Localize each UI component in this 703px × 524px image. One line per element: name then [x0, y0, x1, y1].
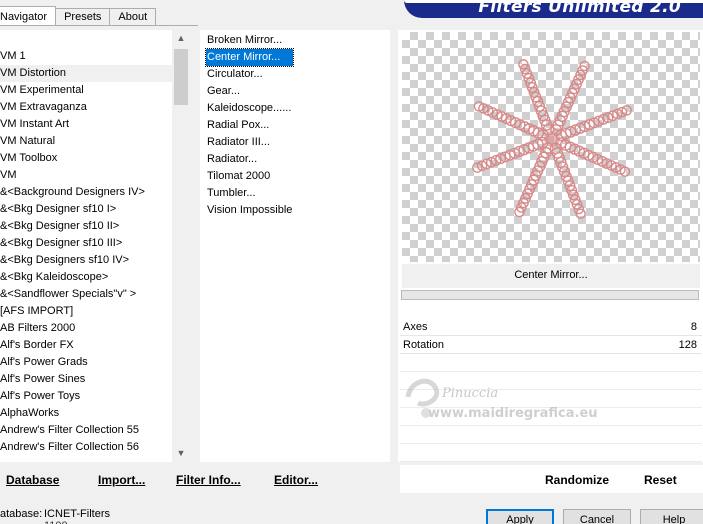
editor-button[interactable]: Editor...: [274, 473, 318, 487]
database-button[interactable]: Database: [6, 473, 59, 487]
tab-navigator[interactable]: Navigator: [0, 6, 57, 26]
preview-canvas: [402, 32, 700, 262]
category-item[interactable]: [AFS IMPORT]: [0, 303, 172, 320]
category-item[interactable]: VM Natural: [0, 133, 172, 150]
scroll-up-icon[interactable]: ▲: [172, 30, 190, 47]
category-item[interactable]: AB Filters 2000: [0, 320, 172, 337]
param-row-empty: [400, 372, 702, 390]
param-action-bar: Randomize Reset: [400, 465, 703, 493]
filter-item[interactable]: Kaleidoscope......: [206, 100, 293, 117]
category-item[interactable]: Alf's Power Toys: [0, 388, 172, 405]
category-item[interactable]: Andrew's Filter Collection 56: [0, 439, 172, 456]
app-title: Filters Unlimited 2.0: [478, 0, 681, 17]
category-item[interactable]: Andrew's Filter Collection 55: [0, 422, 172, 439]
filter-list-panel: Broken Mirror... Center Mirror... Circulat…: [200, 30, 390, 462]
filter-info-button[interactable]: Filter Info...: [176, 473, 241, 487]
param-row-empty: [400, 426, 702, 444]
category-item[interactable]: Alf's Border FX: [0, 337, 172, 354]
category-item[interactable]: AlphaWorks: [0, 405, 172, 422]
category-item[interactable]: VM 1: [0, 48, 172, 65]
param-label-rotation: Rotation: [403, 339, 444, 351]
category-item[interactable]: &<Sandflower Specials"v" >: [0, 286, 172, 303]
randomize-button[interactable]: Randomize: [545, 473, 609, 487]
param-label-axes: Axes: [403, 321, 428, 333]
tab-divider: [0, 25, 198, 26]
filter-list: Broken Mirror... Center Mirror... Circulat…: [204, 32, 295, 219]
tab-about[interactable]: About: [109, 8, 157, 26]
progress-bar: [401, 290, 699, 300]
category-item[interactable]: &<Bkg Kaleidoscope>: [0, 269, 172, 286]
filter-item[interactable]: Circulator...: [206, 66, 293, 83]
category-item[interactable]: &<Bkg Designer sf10 III>: [0, 235, 172, 252]
param-row-empty: [400, 444, 702, 462]
category-item[interactable]: VM Extravaganza: [0, 99, 172, 116]
tab-strip: Navigator Presets About: [0, 6, 157, 26]
scroll-thumb[interactable]: [174, 49, 188, 105]
category-item[interactable]: VM Instant Art: [0, 116, 172, 133]
category-item[interactable]: VM Distortion: [0, 65, 172, 82]
star-preview-image: [472, 59, 632, 219]
preview-filter-label: Center Mirror...: [402, 264, 700, 288]
filter-item[interactable]: Radial Pox...: [206, 117, 293, 134]
filter-item[interactable]: Vision Impossible: [206, 202, 293, 219]
param-value-axes[interactable]: 8: [691, 318, 697, 336]
category-item[interactable]: VM: [0, 167, 172, 184]
filter-item[interactable]: Broken Mirror...: [206, 32, 293, 49]
param-row-axes[interactable]: Axes 8: [400, 318, 702, 336]
category-item[interactable]: VM Toolbox: [0, 150, 172, 167]
filter-item[interactable]: Gear...: [206, 83, 293, 100]
reset-button[interactable]: Reset: [644, 473, 677, 487]
param-row-rotation[interactable]: Rotation 128: [400, 336, 702, 354]
param-row-empty: [400, 390, 702, 408]
tab-presets[interactable]: Presets: [55, 8, 111, 26]
status-count: 1100: [44, 519, 68, 524]
category-list-panel: VM 1 VM Distortion VM Experimental VM Extra…: [0, 30, 190, 462]
filter-item[interactable]: Radiator...: [206, 151, 293, 168]
category-item[interactable]: Alf's Power Grads: [0, 354, 172, 371]
param-row-empty: [400, 354, 702, 372]
scroll-down-icon[interactable]: ▼: [172, 445, 190, 462]
filter-item[interactable]: Tilomat 2000: [206, 168, 293, 185]
category-item[interactable]: &<Bkg Designer sf10 I>: [0, 201, 172, 218]
import-button[interactable]: Import...: [98, 473, 145, 487]
cancel-button[interactable]: Cancel: [563, 509, 631, 524]
category-item[interactable]: Alf's Power Sines: [0, 371, 172, 388]
star-center: [544, 131, 560, 147]
category-scrollbar[interactable]: ▲ ▼: [172, 30, 190, 462]
filter-item[interactable]: Tumbler...: [206, 185, 293, 202]
preview-panel: Center Mirror... Axes 8 Rotation 128 Pin…: [398, 30, 703, 480]
status-label: atabase:: [0, 508, 43, 520]
parameter-list: Axes 8 Rotation 128 Pinuccia www.maidire…: [400, 318, 702, 480]
param-row-empty: [400, 408, 702, 426]
help-button[interactable]: Help: [640, 509, 703, 524]
category-item[interactable]: &<Bkg Designers sf10 IV>: [0, 252, 172, 269]
bottom-toolbar: Database Import... Filter Info... Editor…: [0, 465, 703, 495]
category-item[interactable]: VM Experimental: [0, 82, 172, 99]
filter-item[interactable]: Center Mirror...: [204, 48, 295, 67]
category-list: VM 1 VM Distortion VM Experimental VM Extra…: [0, 48, 172, 456]
param-value-rotation[interactable]: 128: [679, 336, 697, 354]
app-banner: Filters Unlimited 2.0: [404, 0, 703, 18]
category-item[interactable]: &<Background Designers IV>: [0, 184, 172, 201]
category-item[interactable]: &<Bkg Designer sf10 II>: [0, 218, 172, 235]
apply-button[interactable]: Apply: [486, 509, 554, 524]
filter-item[interactable]: Radiator III...: [206, 134, 293, 151]
